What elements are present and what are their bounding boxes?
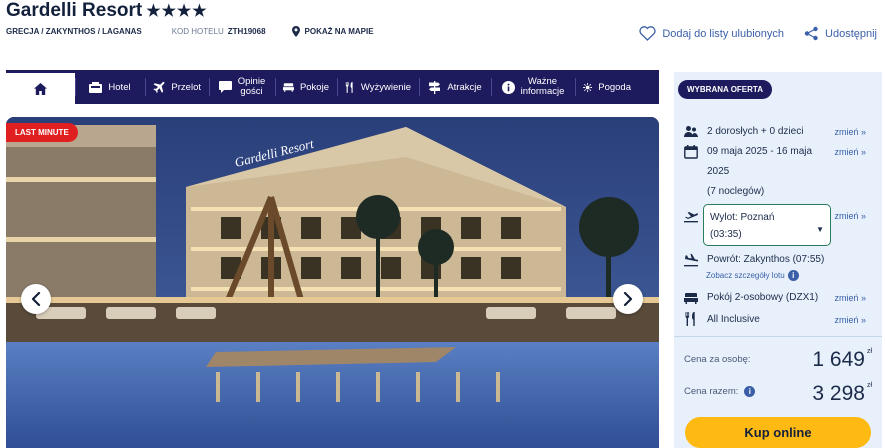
gallery-prev-button[interactable]: [21, 284, 51, 314]
panel-divider: [674, 336, 882, 337]
price-per-person-currency: zł: [866, 348, 872, 355]
board-text: All Inclusive: [707, 314, 760, 325]
price-total-value: 3 298: [812, 382, 865, 405]
return-text: Powrót: Zakynthos (07:55): [707, 254, 825, 265]
hotel-code-label: KOD HOTELU: [171, 27, 224, 36]
chevron-right-icon: [623, 292, 633, 306]
departure-select[interactable]: Wylot: Poznań (03:35) ▼: [703, 204, 831, 246]
hotel-photo: Gardelli Resort: [6, 117, 659, 448]
tab-important-info[interactable]: Ważne informacje: [491, 70, 575, 104]
room-text: Pokój 2-osobowy (DZX1): [707, 292, 819, 303]
info-icon: i: [787, 270, 799, 281]
hotel-meta: GRECJA / ZAKYNTHOS / LAGANAS KOD HOTELU …: [6, 26, 374, 37]
change-travelers-link[interactable]: zmień »: [834, 122, 866, 142]
last-minute-badge: LAST MINUTE: [6, 123, 78, 142]
price-total-currency: zł: [866, 382, 872, 389]
add-to-favorites-button[interactable]: Dodaj do listy ulubionych: [639, 26, 784, 41]
selected-offer-badge: WYBRANA OFERTA: [678, 80, 772, 99]
tab-board[interactable]: Wyżywienie: [337, 70, 419, 104]
tab-board-label: Wyżywienie: [360, 81, 411, 93]
change-board-link[interactable]: zmień »: [834, 310, 866, 330]
change-departure-link[interactable]: zmień »: [834, 206, 866, 226]
tab-weather[interactable]: Pogoda: [575, 70, 639, 104]
cutlery-icon: [685, 312, 695, 326]
show-on-map-link[interactable]: POKAŻ NA MAPIE: [291, 26, 374, 37]
dates-line2: 2025: [707, 166, 730, 177]
speech-bubble-icon: [218, 81, 232, 93]
tab-reviews-line2: gości: [240, 86, 263, 97]
price-per-person: 1 649 zł: [812, 348, 872, 372]
tab-attractions-label: Atrakcje: [447, 81, 482, 93]
hotel-icon: [89, 81, 103, 93]
heart-icon: [639, 26, 656, 41]
home-icon: [34, 82, 47, 95]
flight-details-label: Zobacz szczegóły lotu: [706, 271, 785, 280]
dates-line1: 09 maja 2025 - 16 maja: [707, 146, 813, 157]
add-to-favorites-label: Dodaj do listy ulubionych: [662, 27, 785, 40]
map-pin-icon: [291, 26, 300, 37]
show-on-map-label: POKAŻ NA MAPIE: [304, 27, 374, 36]
plane-landing-icon: [684, 253, 698, 267]
tab-attractions[interactable]: Atrakcje: [419, 70, 491, 104]
info-icon: [501, 80, 515, 94]
star-rating: ★★★★: [146, 3, 208, 20]
tab-hotel-label: Hotel: [108, 81, 131, 93]
breadcrumb[interactable]: GRECJA / ZAKYNTHOS / LAGANAS: [6, 27, 142, 36]
travelers-text: 2 dorosłych + 0 dzieci: [707, 126, 804, 137]
tab-rooms[interactable]: Pokoje: [275, 70, 337, 104]
flight-details-link[interactable]: Zobacz szczegóły lotu i: [706, 270, 799, 281]
tab-home[interactable]: [6, 70, 75, 104]
tab-flight[interactable]: Przelot: [145, 70, 209, 104]
price-info-icon[interactable]: i: [744, 386, 756, 397]
bed-icon: [283, 82, 294, 92]
header-actions: Dodaj do listy ulubionych Udostępnij: [639, 26, 877, 41]
buy-online-button[interactable]: Kup online: [685, 417, 871, 448]
tab-hotel[interactable]: Hotel: [75, 70, 145, 104]
share-label: Udostępnij: [825, 27, 877, 40]
caret-down-icon: ▼: [816, 225, 824, 234]
departure-line1: Wylot: Poznań: [710, 212, 775, 223]
price-per-person-value: 1 649: [812, 348, 865, 371]
departure-line2: (03:35): [710, 229, 742, 240]
hotel-tabs: Hotel Przelot Opinie gości Pokoje Wyżywie…: [6, 70, 659, 104]
gallery-next-button[interactable]: [613, 284, 643, 314]
plane-takeoff-icon: [684, 212, 698, 223]
tab-reviews-label: Opinie gości: [238, 77, 265, 97]
price-total: 3 298 zł: [812, 382, 872, 406]
plane-icon: [153, 81, 165, 93]
tab-rooms-label: Pokoje: [299, 81, 329, 93]
hotel-name: Gardelli Resort: [6, 0, 143, 21]
price-total-label: Cena razem:: [684, 386, 739, 397]
hotel-title: Gardelli Resort ★★★★: [6, 0, 208, 22]
tab-important-info-line2: informacje: [520, 86, 565, 97]
cutlery-icon: [345, 81, 353, 93]
tab-important-info-label: Ważne informacje: [521, 77, 565, 97]
signpost-icon: [429, 80, 441, 94]
share-button[interactable]: Udostępnij: [804, 26, 877, 41]
tab-weather-label: Pogoda: [598, 81, 631, 93]
bed-icon: [684, 293, 698, 304]
tab-flight-label: Przelot: [171, 81, 201, 93]
calendar-icon: [684, 145, 698, 159]
chevron-left-icon: [31, 292, 41, 306]
tab-reviews[interactable]: Opinie gości: [209, 70, 275, 104]
share-icon: [804, 26, 818, 41]
price-total-label-group: Cena razem: i: [684, 386, 756, 397]
nights-text: (7 noclegów): [707, 186, 765, 197]
hotel-photo-gallery[interactable]: Gardelli Resort: [6, 117, 659, 448]
offer-panel: WYBRANA OFERTA 2 dorosłych + 0 dzieci zm…: [674, 72, 882, 448]
people-icon: [684, 126, 698, 137]
change-room-link[interactable]: zmień »: [834, 288, 866, 308]
price-per-person-label: Cena za osobę:: [684, 354, 751, 365]
change-dates-link[interactable]: zmień »: [834, 142, 866, 162]
hotel-code: ZTH19068: [227, 27, 266, 36]
sun-icon: [583, 82, 593, 92]
